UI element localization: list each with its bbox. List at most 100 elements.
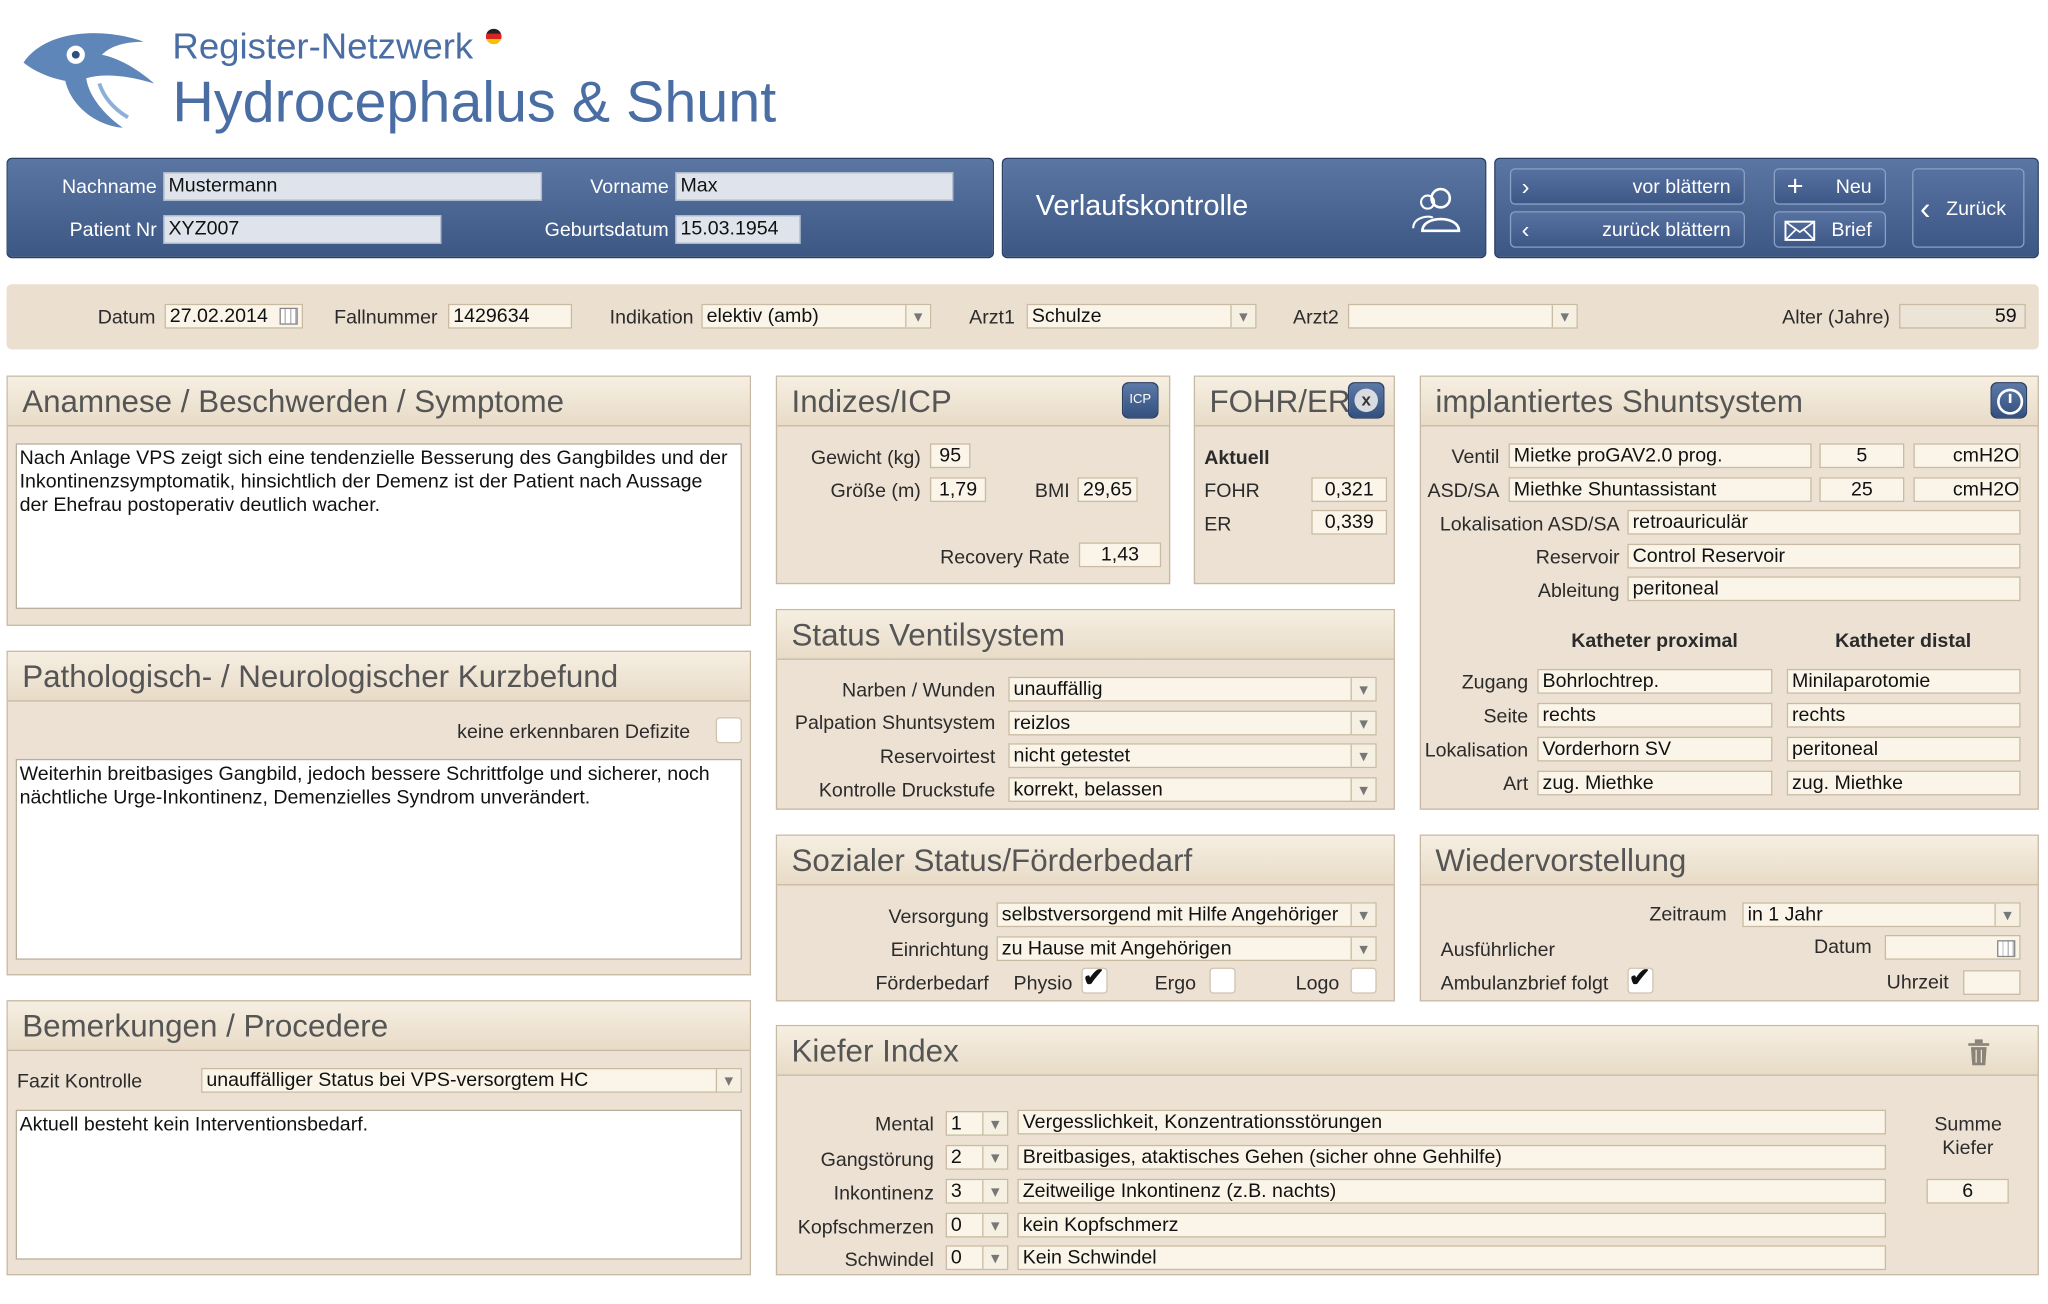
chevron-right-icon: ›: [1521, 173, 1530, 200]
anamnese-textarea[interactable]: Nach Anlage VPS zeigt sich eine tendenzi…: [15, 443, 742, 609]
kiefer-description-field[interactable]: Vergesslichkeit, Konzentrationsstörungen: [1017, 1109, 1887, 1135]
calendar-icon[interactable]: [279, 307, 298, 325]
bemerkungen-textarea[interactable]: Aktuell besteht kein Interventionsbedarf…: [15, 1109, 742, 1260]
patient-header: Nachname Mustermann Vorname Max Patient …: [6, 157, 994, 259]
vorname-field[interactable]: Max: [675, 172, 954, 201]
icp-button[interactable]: ICP: [1121, 382, 1159, 419]
zugang-dist-field[interactable]: Minilaparotomie: [1786, 668, 2021, 694]
recovery-label: Recovery Rate: [940, 546, 1070, 569]
reservoir-field[interactable]: Control Reservoir: [1627, 543, 2021, 569]
indikation-select[interactable]: elektiv (amb): [701, 303, 932, 329]
ventil-pressure-field[interactable]: 5: [1819, 443, 1905, 469]
kiefer-description-field[interactable]: Zeitweilige Inkontinenz (z.B. nachts): [1017, 1178, 1887, 1204]
geburtsdatum-field[interactable]: 15.03.1954: [675, 215, 801, 244]
brief-button[interactable]: Brief: [1773, 211, 1887, 248]
keine-defizite-checkbox[interactable]: [715, 717, 742, 744]
zeitraum-select[interactable]: in 1 Jahr: [1742, 902, 2021, 928]
kiefer-description-field[interactable]: Breitbasiges, ataktisches Gehen (sicher …: [1017, 1144, 1887, 1170]
uhrzeit-field[interactable]: [1963, 970, 2021, 995]
versorgung-select[interactable]: selbstversorgend mit Hilfe Angehöriger: [996, 902, 1377, 928]
fallnummer-field[interactable]: 1429634: [447, 303, 573, 329]
befund-textarea[interactable]: Weiterhin breitbasiges Gangbild, jedoch …: [15, 758, 742, 960]
groesse-field[interactable]: 1,79: [929, 477, 987, 503]
bmi-label: BMI: [1034, 479, 1070, 503]
lokalisation-dist-field[interactable]: peritoneal: [1786, 736, 2021, 762]
art-label: Art: [1503, 773, 1529, 796]
app-window: Register-Netzwerk Hydrocephalus & Shunt …: [0, 0, 2048, 1304]
lok-asd-field[interactable]: retroauriculär: [1627, 509, 2021, 535]
seite-dist-field[interactable]: rechts: [1786, 702, 2021, 728]
er-field[interactable]: 0,339: [1311, 509, 1388, 535]
kiefer-score-select[interactable]: 2: [945, 1144, 1009, 1170]
druckstufe-label: Kontrolle Druckstufe: [818, 779, 996, 802]
vorname-label: Vorname: [590, 176, 669, 199]
lokalisation-prox-field[interactable]: Vorderhorn SV: [1537, 736, 1773, 762]
fazit-select[interactable]: unauffälliger Status bei VPS-versorgtem …: [201, 1067, 742, 1093]
seite-prox-field[interactable]: rechts: [1537, 702, 1773, 728]
lok-asd-label: Lokalisation ASD/SA: [1439, 513, 1620, 536]
vor-blaettern-button[interactable]: › vor blättern: [1509, 168, 1745, 205]
ventil-unit-field[interactable]: cmH2O: [1913, 443, 2021, 469]
alter-label: Alter (Jahre): [1782, 306, 1890, 329]
art-prox-field[interactable]: zug. Miethke: [1537, 770, 1773, 796]
seite-label: Seite: [1483, 705, 1529, 728]
indikation-label: Indikation: [609, 306, 694, 329]
patientnr-field[interactable]: XYZ007: [163, 215, 442, 244]
ambulanzbrief-label: Ambulanzbrief folgt: [1440, 972, 1609, 995]
indizes-panel: Indizes/ICP ICP Gewicht (kg) 95 Größe (m…: [775, 375, 1171, 585]
zurueck-blaettern-button[interactable]: ‹ zurück blättern: [1509, 211, 1745, 248]
geburtsdatum-label: Geburtsdatum: [544, 219, 669, 242]
calendar-icon[interactable]: [1997, 940, 2016, 958]
asd-unit-field[interactable]: cmH2O: [1913, 477, 2021, 503]
kiefer-score-select[interactable]: 0: [945, 1212, 1009, 1238]
zurueck-button[interactable]: ‹ Zurück: [1912, 168, 2025, 248]
zeitraum-label: Zeitraum: [1649, 903, 1727, 926]
physio-label: Physio: [1013, 972, 1073, 995]
arzt1-select[interactable]: Schulze: [1026, 303, 1257, 329]
narben-select[interactable]: unauffällig: [1008, 676, 1377, 702]
alter-field[interactable]: 59: [1899, 303, 2026, 329]
asd-field[interactable]: Miethke Shuntassistant: [1508, 477, 1812, 503]
kiefer-description-field[interactable]: kein Kopfschmerz: [1017, 1212, 1887, 1238]
gewicht-field[interactable]: 95: [929, 443, 971, 469]
kiefer-score-select[interactable]: 1: [945, 1111, 1009, 1136]
anamnese-header: Anamnese / Beschwerden / Symptome: [7, 376, 750, 427]
arzt2-select[interactable]: [1347, 303, 1578, 329]
nav-bar: › vor blättern ‹ zurück blättern + Neu B…: [1494, 157, 2039, 259]
recovery-field[interactable]: 1,43: [1078, 542, 1162, 568]
users-icon[interactable]: [1409, 184, 1464, 236]
asd-pressure-field[interactable]: 25: [1819, 477, 1905, 503]
anamnese-panel: Anamnese / Beschwerden / Symptome Nach A…: [6, 375, 752, 626]
ableitung-label: Ableitung: [1537, 580, 1620, 603]
uhrzeit-label: Uhrzeit: [1886, 971, 1949, 994]
ergo-label: Ergo: [1154, 972, 1196, 995]
fohr-calc-button[interactable]: x: [1347, 382, 1385, 419]
bmi-field[interactable]: 29,65: [1077, 477, 1138, 503]
zugang-prox-field[interactable]: Bohrlochtrep.: [1537, 668, 1773, 694]
art-dist-field[interactable]: zug. Miethke: [1786, 770, 2021, 796]
kiefer-description-field[interactable]: Kein Schwindel: [1017, 1245, 1887, 1271]
ableitung-field[interactable]: peritoneal: [1627, 576, 2021, 602]
logo-checkbox[interactable]: [1350, 967, 1377, 994]
kiefer-score-select[interactable]: 3: [945, 1178, 1009, 1204]
case-info-bar: Datum 27.02.2014 Fallnummer 1429634 Indi…: [6, 284, 2039, 350]
druckstufe-select[interactable]: korrekt, belassen: [1008, 777, 1377, 802]
einrichtung-select[interactable]: zu Hause mit Angehörigen: [996, 936, 1377, 962]
palpation-select[interactable]: reizlos: [1008, 710, 1377, 736]
shunt-panel: implantiertes Shuntsystem Ventil Mietke …: [1419, 375, 2039, 810]
trash-icon[interactable]: [1967, 1039, 1991, 1066]
kiefer-score-select[interactable]: 0: [945, 1245, 1009, 1271]
fohr-panel: FOHR/ER x Aktuell FOHR 0,321 ER 0,339: [1193, 375, 1395, 585]
indizes-header: Indizes/ICP: [777, 376, 1169, 427]
neu-button[interactable]: + Neu: [1773, 168, 1887, 205]
kiefer-row-kopfschmerzen: Kopfschmerzen 0 kein Kopfschmerz: [777, 1211, 1887, 1240]
ergo-checkbox[interactable]: [1209, 967, 1236, 994]
history-button[interactable]: [1990, 382, 2028, 419]
datum-label: Datum: [97, 306, 156, 329]
lokalisation-label: Lokalisation: [1424, 739, 1529, 762]
ventil-field[interactable]: Mietke proGAV2.0 prog.: [1508, 443, 1812, 469]
bemerkungen-title: Bemerkungen / Procedere: [22, 1009, 389, 1045]
fohr-field[interactable]: 0,321: [1311, 477, 1388, 503]
reservoirtest-select[interactable]: nicht getestet: [1008, 743, 1377, 769]
nachname-field[interactable]: Mustermann: [163, 172, 543, 201]
